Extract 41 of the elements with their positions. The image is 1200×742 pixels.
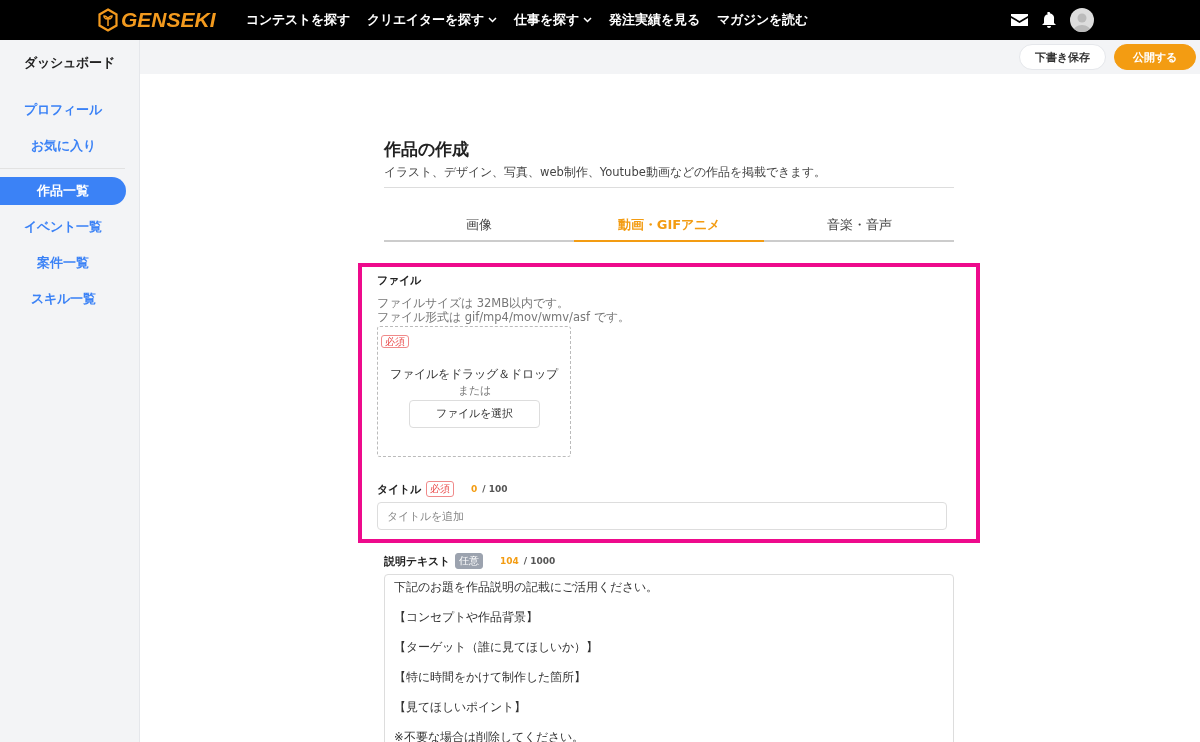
chevron-down-icon — [487, 17, 497, 23]
nav-link[interactable]: クリエイターを探す — [366, 11, 497, 29]
tab[interactable]: 音楽・音声 — [764, 216, 954, 242]
char-count: 0 — [471, 484, 478, 494]
char-limit: / 100 — [482, 484, 508, 494]
nav-link[interactable]: 仕事を探す — [513, 11, 592, 29]
mail-icon[interactable] — [1011, 14, 1028, 26]
or-text: または — [457, 383, 491, 398]
required-badge: 必須 — [381, 335, 409, 348]
text-line: 【コンセプトや作品背景】 — [394, 609, 539, 625]
chevron-down-icon — [582, 17, 592, 23]
text-line: 【特に時間をかけて制作した箇所】 — [394, 669, 587, 685]
char-count: 104 — [500, 556, 519, 566]
drop-text: ファイルをドラッグ＆ドロップ — [390, 367, 558, 382]
nav-link[interactable]: マガジンを読む — [716, 11, 808, 29]
optional-badge: 任意 — [455, 553, 483, 569]
avatar-icon[interactable] — [1070, 8, 1094, 32]
sidebar-title: ダッシュボード — [23, 54, 116, 72]
char-limit: / 1000 — [523, 556, 556, 566]
page-subtitle: イラスト、デザイン、写真、web制作、Youtube動画などの作品を掲載できます。 — [384, 165, 954, 188]
hint-text: ファイルサイズは 32MB以内です。 — [377, 296, 571, 310]
required-badge: 必須 — [426, 481, 454, 497]
sidebar-item[interactable]: 作品一覧 — [0, 177, 126, 205]
tab[interactable]: 画像 — [384, 216, 574, 242]
bell-icon[interactable] — [1042, 12, 1056, 28]
nav-link[interactable]: 発注実績を見る — [608, 11, 700, 29]
logo-text[interactable]: GENSEKI — [121, 8, 216, 32]
text-line: 【ターゲット（誰に見てほしいか）】 — [394, 639, 599, 655]
logo-icon — [97, 8, 119, 32]
hint-text: ファイル形式は gif/mp4/mov/wmv/asf です。 — [377, 310, 631, 324]
text-line: 【見てほしいポイント】 — [394, 699, 527, 715]
title-input[interactable]: タイトルを追加 — [377, 502, 947, 530]
file-drop-zone[interactable]: 必須 ファイルをドラッグ＆ドロップ または ファイルを選択 — [377, 326, 571, 457]
field-label: ファイル — [377, 273, 421, 288]
nav-link[interactable]: コンテストを探す — [245, 11, 350, 29]
field-label: タイトル — [377, 481, 421, 497]
text-line: 下記のお題を作品説明の記載にご活用ください。 — [394, 579, 659, 595]
field-label: 説明テキスト — [384, 553, 450, 569]
save-draft-button[interactable]: 下書き保存 — [1019, 44, 1106, 70]
page-title: 作品の作成 — [384, 138, 470, 161]
choose-file-button[interactable]: ファイルを選択 — [408, 400, 540, 428]
